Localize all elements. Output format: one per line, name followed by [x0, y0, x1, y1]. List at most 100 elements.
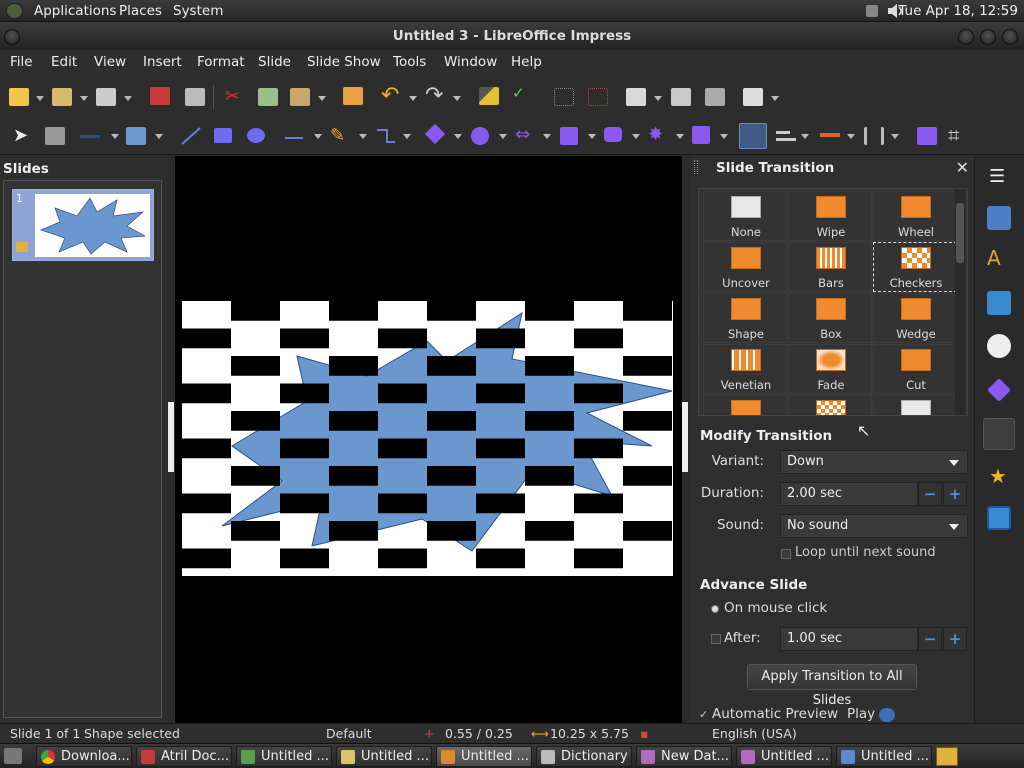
- layout-name[interactable]: Default: [326, 726, 372, 741]
- menu-tools[interactable]: Tools: [393, 54, 426, 70]
- transition-row5-c[interactable]: [873, 395, 957, 415]
- close-panel-button[interactable]: ✕: [956, 158, 969, 177]
- slide-layout-icon[interactable]: [743, 88, 763, 106]
- basic-shapes-icon[interactable]: [424, 123, 446, 145]
- play-button[interactable]: Play: [847, 706, 875, 722]
- align-icon[interactable]: [776, 127, 796, 145]
- animation-icon[interactable]: ★: [989, 464, 1007, 488]
- gallery-icon[interactable]: [987, 291, 1011, 315]
- minimize-button[interactable]: [958, 29, 974, 45]
- slides-list[interactable]: 1: [3, 180, 162, 718]
- transition-row5-a[interactable]: [703, 395, 787, 415]
- transition-grid-scrollbar[interactable]: [955, 189, 965, 415]
- shapes-icon[interactable]: [987, 378, 1011, 402]
- duration-input[interactable]: 2.00 sec: [780, 482, 918, 506]
- line-color-icon[interactable]: [80, 127, 100, 145]
- task-new-database[interactable]: New Dat...: [636, 746, 732, 767]
- applications-menu[interactable]: Applications: [34, 3, 116, 19]
- spelling-icon[interactable]: ✓: [512, 84, 525, 102]
- slide-workspace[interactable]: [168, 156, 688, 723]
- transition-wedge[interactable]: Wedge: [873, 293, 957, 343]
- task-dictionary[interactable]: Dictionary: [536, 746, 632, 767]
- slide-canvas[interactable]: [182, 301, 673, 576]
- find-replace-icon[interactable]: [479, 87, 499, 105]
- menu-window[interactable]: Window: [444, 54, 497, 70]
- apply-to-all-slides-button[interactable]: Apply Transition to All Slides: [747, 664, 917, 708]
- transition-box[interactable]: Box: [788, 293, 872, 343]
- maximize-button[interactable]: [980, 29, 996, 45]
- title-bar[interactable]: Untitled 3 - LibreOffice Impress: [0, 22, 1024, 50]
- menu-format[interactable]: Format: [197, 54, 245, 70]
- rectangle-tool-icon[interactable]: [214, 128, 232, 143]
- sound-dropdown[interactable]: No sound: [780, 514, 968, 538]
- after-increase-button[interactable]: +: [943, 627, 967, 651]
- variant-dropdown[interactable]: Down: [780, 450, 968, 474]
- rotate-icon[interactable]: [739, 123, 767, 149]
- menu-view[interactable]: View: [94, 54, 126, 70]
- paste-icon[interactable]: [290, 88, 310, 106]
- new-slide-icon[interactable]: [626, 88, 646, 106]
- after-decrease-button[interactable]: −: [918, 627, 942, 651]
- clock[interactable]: Tue Apr 18, 12:59: [898, 3, 1018, 19]
- on-mouse-click-radio[interactable]: [711, 605, 719, 613]
- flowchart-icon[interactable]: [560, 127, 578, 145]
- line-tool-icon[interactable]: [180, 126, 202, 146]
- callouts-icon[interactable]: [604, 127, 622, 142]
- places-menu[interactable]: Places: [119, 3, 162, 19]
- document-modified-icon[interactable]: ▪: [640, 726, 648, 741]
- properties-icon[interactable]: [987, 206, 1011, 230]
- duplicate-slide-icon[interactable]: [671, 88, 691, 106]
- transition-checkers[interactable]: Checkers: [873, 242, 957, 292]
- distribute-icon[interactable]: [864, 127, 884, 145]
- navigator-icon[interactable]: [987, 334, 1011, 358]
- curve-tool-icon[interactable]: ✎: [330, 125, 345, 146]
- save-icon[interactable]: [96, 88, 116, 106]
- right-pane-toggle[interactable]: [682, 402, 688, 472]
- close-window-button[interactable]: [1002, 29, 1018, 45]
- sidebar-menu-icon[interactable]: ☰: [989, 166, 1005, 187]
- new-icon[interactable]: [9, 88, 29, 106]
- transition-shape[interactable]: Shape: [703, 293, 787, 343]
- distro-logo-icon[interactable]: [6, 3, 23, 19]
- auto-preview-checkbox[interactable]: ✓: [699, 708, 708, 721]
- block-arrows-icon[interactable]: ⇔: [515, 124, 530, 145]
- copy-icon[interactable]: [258, 88, 278, 106]
- delete-slide-icon[interactable]: [705, 88, 725, 106]
- ellipse-tool-icon[interactable]: [247, 128, 265, 143]
- show-desktop-icon[interactable]: [4, 748, 22, 764]
- play-icon[interactable]: [879, 708, 895, 722]
- transition-bars[interactable]: Bars: [788, 242, 872, 292]
- lines-arrows-icon[interactable]: [283, 126, 305, 146]
- open-folder-icon[interactable]: [52, 88, 72, 106]
- fill-color-icon[interactable]: [126, 127, 146, 145]
- shadow-icon[interactable]: [917, 127, 937, 145]
- clone-formatting-icon[interactable]: [343, 87, 363, 105]
- language-status[interactable]: English (USA): [712, 726, 797, 741]
- symbol-shapes-icon[interactable]: [471, 127, 489, 145]
- duration-decrease-button[interactable]: −: [918, 482, 942, 506]
- connector-tool-icon[interactable]: [375, 126, 397, 146]
- cut-icon[interactable]: ✂: [225, 86, 240, 107]
- print-icon[interactable]: [185, 88, 205, 106]
- left-pane-toggle[interactable]: [168, 402, 174, 472]
- task-untitled-3-impress[interactable]: Untitled ...: [436, 746, 532, 767]
- loop-sound-checkbox[interactable]: [781, 549, 791, 559]
- task-untitled-4[interactable]: Untitled ...: [736, 746, 832, 767]
- stars-icon[interactable]: ✸: [648, 124, 663, 145]
- menu-help[interactable]: Help: [511, 54, 542, 70]
- slide-thumbnail[interactable]: 1: [12, 189, 154, 261]
- master-slides-icon[interactable]: [987, 506, 1011, 530]
- arrange-icon[interactable]: [820, 127, 840, 145]
- transition-uncover[interactable]: Uncover: [703, 242, 787, 292]
- select-arrow-icon[interactable]: ➤: [13, 125, 28, 146]
- task-untitled-2[interactable]: Untitled ...: [336, 746, 432, 767]
- transition-row5-b[interactable]: [788, 395, 872, 415]
- slide-transition-deck-icon[interactable]: [983, 418, 1015, 450]
- menu-file[interactable]: File: [10, 54, 33, 70]
- menu-slide[interactable]: Slide: [258, 54, 291, 70]
- styles-icon[interactable]: A: [987, 246, 1001, 270]
- menu-insert[interactable]: Insert: [143, 54, 182, 70]
- snap-guides-icon[interactable]: [588, 88, 608, 106]
- transition-none[interactable]: None: [703, 191, 787, 241]
- duration-increase-button[interactable]: +: [943, 482, 967, 506]
